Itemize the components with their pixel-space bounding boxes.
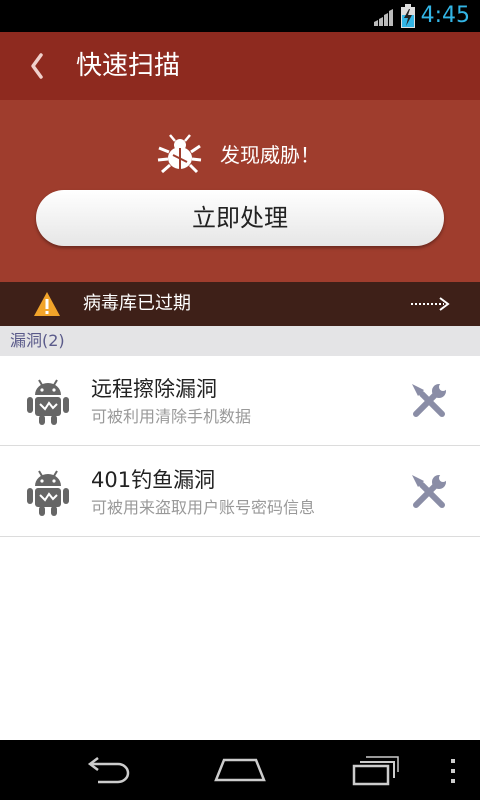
status-bar: 4:45 [0, 0, 480, 32]
page-title: 快速扫描 [76, 51, 181, 81]
tools-icon[interactable] [408, 380, 450, 422]
app-header: 快速扫描 [0, 32, 480, 100]
recent-apps-icon[interactable] [350, 754, 400, 786]
vulnerability-title: 远程擦除漏洞 [91, 377, 217, 401]
threat-label: 发现威胁！ [220, 143, 320, 167]
threat-panel: 发现威胁！ 立即处理 [0, 100, 480, 282]
tools-icon[interactable] [408, 471, 450, 513]
dotted-arrow-right-icon [411, 297, 450, 311]
chevron-left-icon[interactable] [20, 46, 56, 86]
list-item[interactable]: 远程擦除漏洞 可被利用清除手机数据 [0, 356, 480, 446]
battery-charging-icon [401, 4, 415, 28]
virus-db-warning[interactable]: 病毒库已过期 [0, 282, 480, 326]
section-header: 漏洞(2) [0, 326, 480, 356]
vulnerability-title: 401钓鱼漏洞 [91, 468, 216, 492]
back-icon[interactable] [82, 756, 132, 784]
handle-now-button[interactable]: 立即处理 [36, 190, 444, 246]
bug-icon [157, 134, 202, 174]
android-icon [27, 470, 69, 516]
navigation-bar [0, 740, 480, 800]
list-item[interactable]: 401钓鱼漏洞 可被用来盗取用户账号密码信息 [0, 447, 480, 537]
home-icon[interactable] [214, 758, 266, 782]
warning-icon [34, 292, 60, 316]
android-icon [27, 379, 69, 425]
vulnerability-list-area: 漏洞(2) 远程擦除漏洞 可被利用清除手机数据 401钓鱼漏洞 可被用来盗取用户… [0, 326, 480, 740]
signal-icon [374, 9, 393, 26]
warning-text: 病毒库已过期 [83, 293, 191, 314]
vulnerability-description: 可被利用清除手机数据 [91, 407, 252, 426]
section-title: 漏洞(2) [10, 331, 65, 350]
overflow-menu-icon[interactable] [448, 758, 458, 784]
handle-now-label: 立即处理 [192, 204, 288, 232]
clock: 4:45 [420, 3, 470, 28]
vulnerability-description: 可被用来盗取用户账号密码信息 [91, 498, 316, 517]
